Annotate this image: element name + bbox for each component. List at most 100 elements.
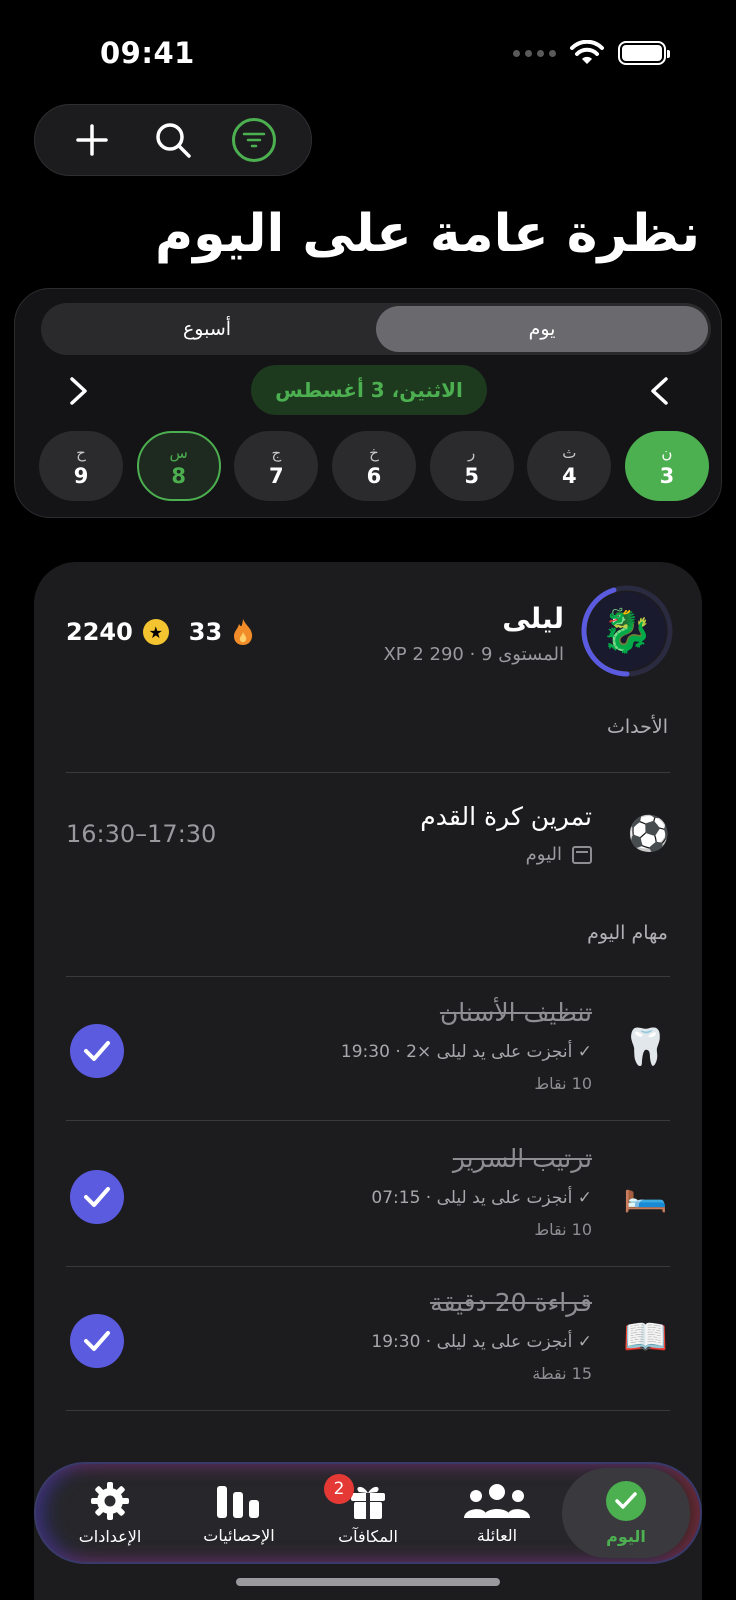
day-chip-selected[interactable]: س8 bbox=[136, 431, 221, 501]
day-letter: ن bbox=[661, 444, 673, 462]
date-selector-card: أسبوع يوم الاثنين، 3 أغسطس ح9 س8 ج7 خ6 ر… bbox=[14, 288, 722, 518]
avatar[interactable]: 🐉 bbox=[580, 584, 674, 678]
page-title: نظرة عامة على اليوم bbox=[155, 204, 700, 264]
task-row[interactable]: 🦷 تنظيف الأسنان ✓ أنجزت على يد ليلى ×2 ·… bbox=[34, 982, 702, 1122]
day-number: 3 bbox=[659, 464, 675, 488]
profile-header[interactable]: 🐉 ليلى المستوى 9 · XP 2 290 2240 ★ 33 bbox=[34, 582, 702, 692]
checkmark-icon bbox=[84, 1331, 110, 1351]
calendar-icon bbox=[572, 845, 592, 864]
task-row[interactable]: 📖 قراءة 20 دقيقة ✓ أنجزت على يد ليلى · 1… bbox=[34, 1272, 702, 1412]
bar-chart-icon bbox=[217, 1485, 259, 1518]
tab-family[interactable]: العائلة bbox=[433, 1468, 561, 1558]
divider bbox=[66, 772, 670, 773]
event-day: اليوم bbox=[526, 844, 592, 865]
task-completed-by: ✓ أنجزت على يد ليلى ×2 · 19:30 bbox=[340, 1042, 592, 1062]
day-chip[interactable]: ث4 bbox=[527, 431, 612, 501]
task-row[interactable]: 🛏️ ترتيب السرير ✓ أنجزت على يد ليلى · 07… bbox=[34, 1128, 702, 1268]
event-title: تمرين كرة القدم bbox=[420, 802, 592, 831]
day-chip[interactable]: ر5 bbox=[429, 431, 514, 501]
tab-rewards[interactable]: 2 المكافآت bbox=[304, 1468, 432, 1558]
day-number: 4 bbox=[561, 464, 577, 488]
tab-settings[interactable]: الإعدادات bbox=[46, 1468, 174, 1558]
events-section-label: الأحداث bbox=[607, 716, 668, 738]
search-button[interactable] bbox=[147, 114, 199, 166]
segment-week[interactable]: أسبوع bbox=[41, 303, 373, 355]
task-done-checkbox[interactable] bbox=[70, 1024, 124, 1078]
day-number: 8 bbox=[171, 464, 186, 488]
gift-icon bbox=[351, 1486, 385, 1519]
status-icons bbox=[513, 40, 670, 66]
plus-icon bbox=[75, 124, 108, 156]
task-title: قراءة 20 دقيقة bbox=[430, 1288, 592, 1317]
day-number: 6 bbox=[366, 464, 382, 488]
checkmark-icon bbox=[84, 1041, 110, 1061]
profile-name: ليلى bbox=[502, 602, 564, 635]
day-letter: خ bbox=[369, 444, 379, 462]
tasks-section-label: مهام اليوم bbox=[587, 922, 668, 944]
status-bar: 09:41 bbox=[0, 0, 736, 100]
next-date-button[interactable] bbox=[59, 371, 99, 411]
task-done-checkbox[interactable] bbox=[70, 1314, 124, 1368]
tab-stats[interactable]: الإحصائيات bbox=[175, 1468, 303, 1558]
task-completed-by: ✓ أنجزت على يد ليلى · 19:30 bbox=[371, 1332, 592, 1352]
task-title: تنظيف الأسنان bbox=[439, 998, 592, 1027]
status-time: 09:41 bbox=[100, 36, 195, 70]
day-letter: ر bbox=[468, 444, 476, 462]
streak-stat: 33 bbox=[189, 618, 254, 646]
event-day-label: اليوم bbox=[525, 844, 562, 865]
task-points: 10 نقاط bbox=[534, 1220, 592, 1239]
bed-icon: 🛏️ bbox=[623, 1173, 668, 1214]
tab-label: الإعدادات bbox=[78, 1526, 142, 1546]
prev-date-button[interactable] bbox=[639, 371, 679, 411]
view-segmented-control: أسبوع يوم bbox=[41, 303, 711, 355]
tab-label: اليوم bbox=[606, 1526, 646, 1546]
battery-icon bbox=[618, 41, 670, 65]
home-indicator[interactable] bbox=[236, 1578, 500, 1586]
current-date-pill[interactable]: الاثنين، 3 أغسطس bbox=[251, 365, 487, 415]
rewards-badge: 2 bbox=[324, 1474, 354, 1504]
day-number: 9 bbox=[73, 464, 89, 488]
days-row: ح9 س8 ج7 خ6 ر5 ث4 ن3 bbox=[39, 431, 709, 503]
tab-label: المكافآت bbox=[338, 1526, 398, 1546]
tab-label: العائلة bbox=[476, 1525, 518, 1545]
divider bbox=[66, 976, 670, 977]
day-chip[interactable]: ج7 bbox=[234, 431, 319, 501]
segment-day[interactable]: يوم bbox=[376, 306, 708, 352]
tooth-icon: 🦷 bbox=[623, 1027, 668, 1068]
overview-card: 🐉 ليلى المستوى 9 · XP 2 290 2240 ★ 33 ال… bbox=[34, 562, 702, 1600]
filter-button[interactable] bbox=[228, 114, 280, 166]
day-chip[interactable]: خ6 bbox=[331, 431, 416, 501]
day-number: 5 bbox=[464, 464, 479, 488]
tab-label: الإحصائيات bbox=[203, 1525, 275, 1545]
day-number: 7 bbox=[269, 464, 284, 488]
event-time: 16:30–17:30 bbox=[66, 820, 217, 848]
day-chip[interactable]: ح9 bbox=[39, 431, 123, 501]
coins-stat: 2240 ★ bbox=[66, 618, 169, 646]
book-icon: 📖 bbox=[623, 1317, 668, 1358]
day-chip-today[interactable]: ن3 bbox=[624, 431, 709, 501]
day-letter: ح bbox=[76, 444, 86, 462]
tab-today[interactable]: اليوم bbox=[562, 1468, 690, 1558]
wifi-icon bbox=[570, 40, 604, 64]
task-done-checkbox[interactable] bbox=[70, 1170, 124, 1224]
tab-bar: الإعدادات الإحصائيات 2 المكافآت العائلة … bbox=[34, 1462, 702, 1564]
top-toolbar bbox=[34, 104, 312, 176]
people-icon bbox=[464, 1483, 530, 1518]
flame-icon bbox=[234, 619, 253, 645]
filter-icon bbox=[232, 118, 277, 162]
add-button[interactable] bbox=[66, 114, 118, 166]
chevron-left-icon bbox=[651, 377, 668, 405]
task-title: ترتيب السرير bbox=[452, 1144, 592, 1173]
checkmark-icon bbox=[84, 1187, 110, 1207]
coins-value: 2240 bbox=[66, 618, 133, 646]
task-points: 10 نقاط bbox=[534, 1074, 592, 1093]
dragon-icon: 🐉 bbox=[588, 592, 666, 670]
divider bbox=[66, 1266, 670, 1267]
streak-value: 33 bbox=[188, 618, 223, 646]
profile-stats: 2240 ★ 33 bbox=[66, 618, 254, 646]
profile-level-xp: المستوى 9 · XP 2 290 bbox=[383, 644, 564, 665]
day-letter: ج bbox=[271, 444, 282, 462]
star-icon: ★ bbox=[142, 619, 169, 645]
soccer-ball-icon: ⚽ bbox=[627, 814, 670, 854]
event-row[interactable]: ⚽ تمرين كرة القدم اليوم 16:30–17:30 bbox=[34, 784, 702, 884]
